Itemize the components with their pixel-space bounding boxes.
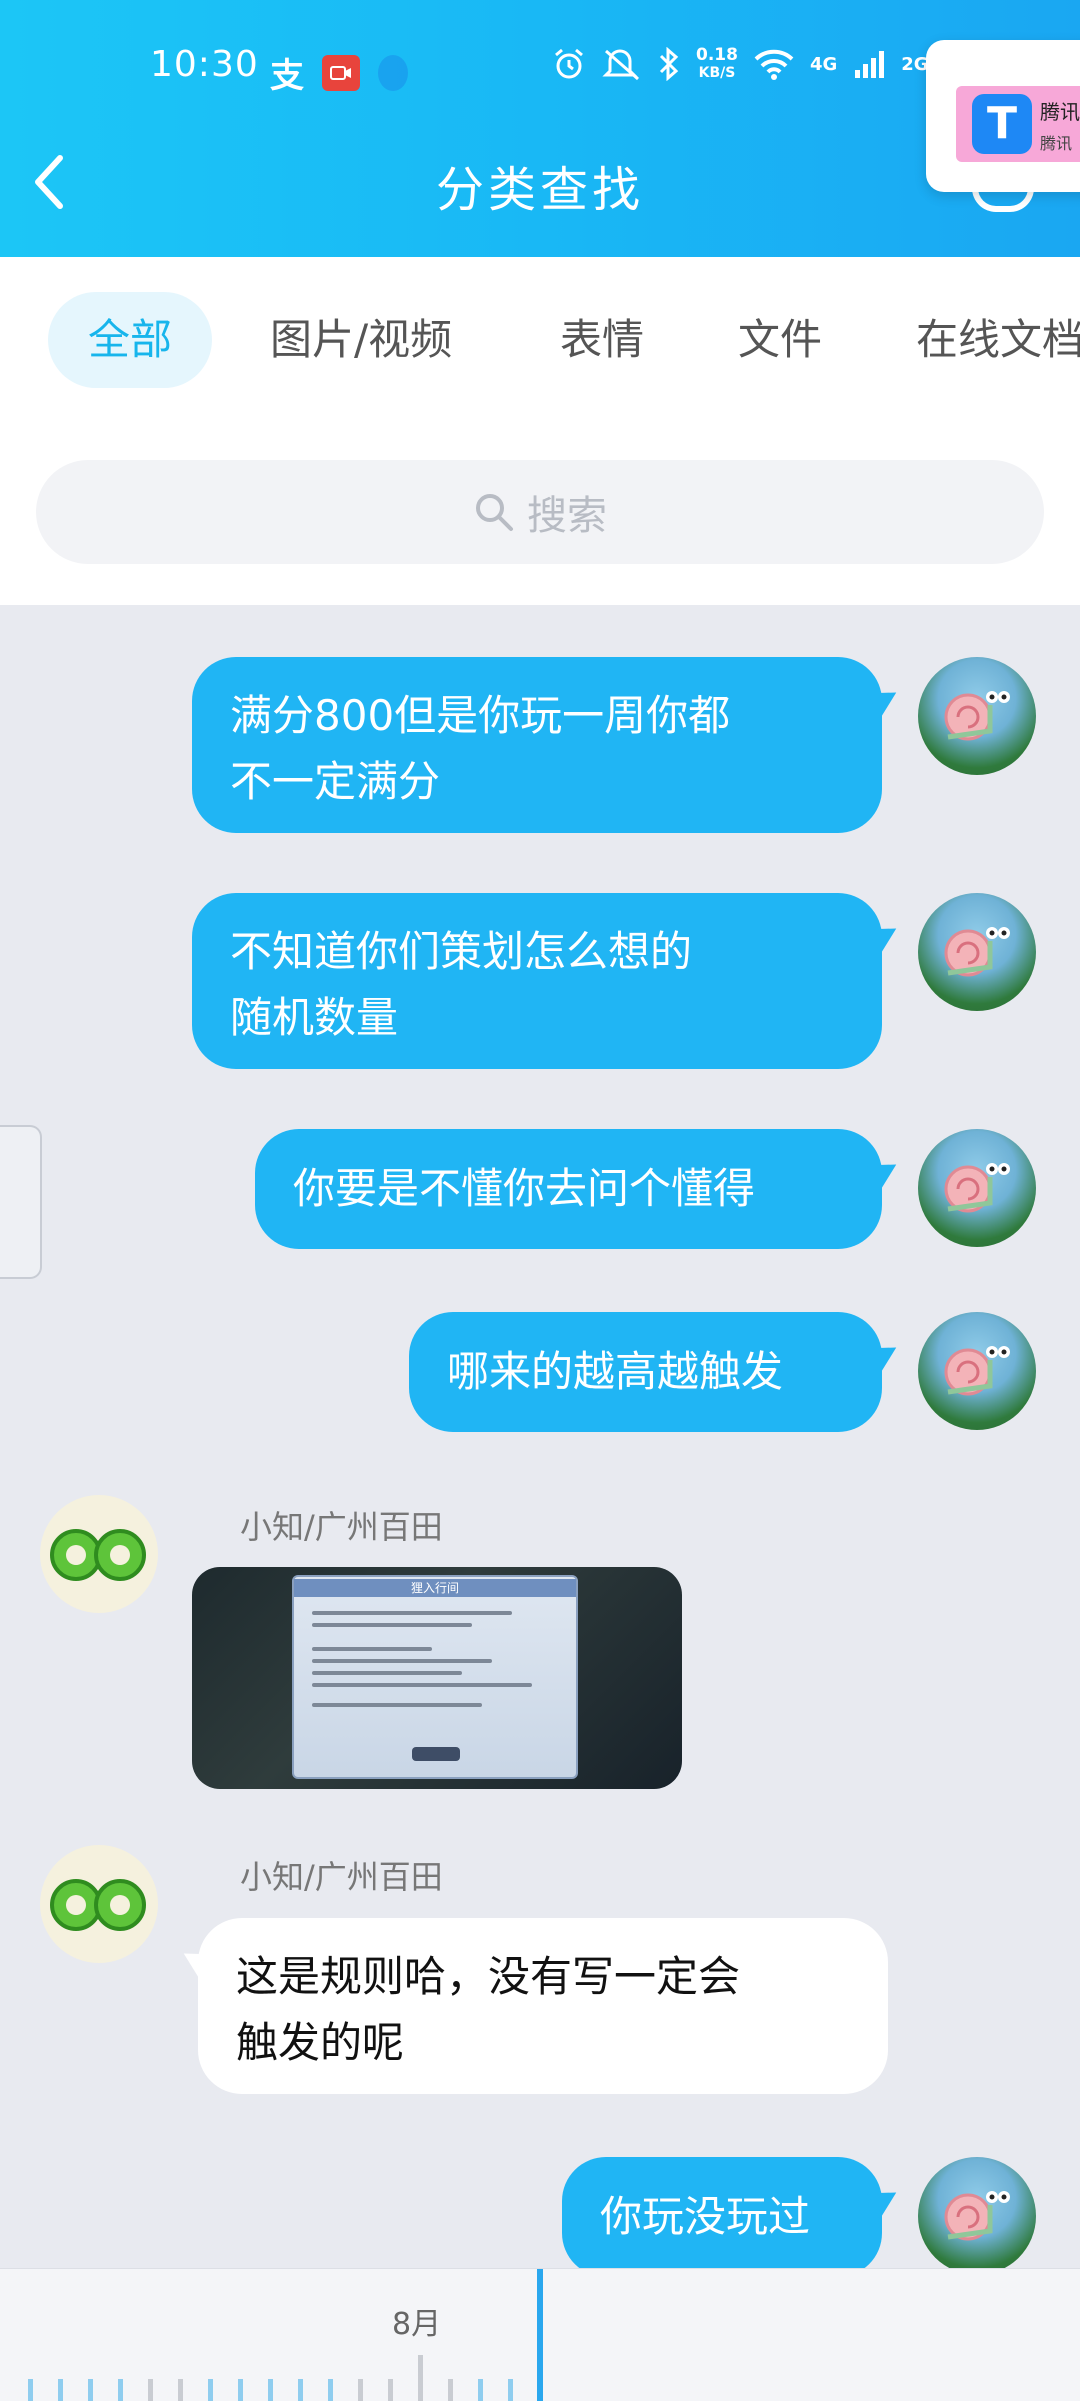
floating-app-line2: 腾讯	[1040, 134, 1073, 153]
snail-avatar-icon	[944, 2191, 1010, 2241]
image-message[interactable]: 狸入行间	[192, 1567, 682, 1789]
timeline-tick	[238, 2379, 243, 2401]
contact-avatar[interactable]	[40, 1845, 158, 1963]
message-text: 这是规则哈，没有写一定会	[236, 1952, 741, 2001]
snail-avatar-icon	[944, 1346, 1010, 1396]
app-notification-icon	[378, 54, 408, 91]
timeline-tick	[388, 2379, 393, 2401]
my-avatar[interactable]	[918, 1312, 1036, 1430]
timeline-tick	[28, 2379, 33, 2401]
message-bubble[interactable]: 满分800但是你玩一周你都 不一定满分	[192, 657, 882, 833]
timeline-tick	[508, 2379, 513, 2401]
message-text: 触发的呢	[236, 2018, 405, 2067]
message-text: 哪来的越高越触发	[447, 1347, 784, 1396]
timeline-tick	[178, 2379, 183, 2401]
sender-name: 小知/广州百田	[240, 1508, 443, 1546]
network-2g-label: 2G	[901, 53, 929, 75]
screenshot-text-line	[312, 1647, 432, 1651]
message-text: 不一定满分	[230, 757, 441, 806]
search-placeholder: 搜索	[527, 493, 607, 539]
timeline-tick	[208, 2379, 213, 2401]
sender-name: 小知/广州百田	[240, 1858, 443, 1896]
screenshot-text-line	[312, 1683, 532, 1687]
network-speed: 0.18 KB/S	[696, 46, 738, 82]
title-bar: 10:30 支 0.18 KB/S 4G 2G 100 分类查找 T 腾讯 腾讯	[0, 0, 1080, 257]
message-bubble[interactable]: 你玩没玩过	[562, 2157, 882, 2277]
timeline-tick	[448, 2379, 453, 2401]
network-speed-value: 0.18	[696, 45, 738, 65]
status-left-icons: 支	[270, 48, 408, 97]
screenshot-dialog: 狸入行间	[292, 1575, 578, 1779]
alarm-icon	[555, 48, 583, 79]
tab-images-videos[interactable]: 图片/视频	[270, 292, 452, 388]
chat-history[interactable]: 满分800但是你玩一周你都 不一定满分 不知道你们策划怎么想的 随机数量 你要是…	[0, 605, 1080, 2277]
bluetooth-icon	[659, 47, 679, 81]
search-icon	[476, 494, 513, 531]
tencent-app-icon: T	[972, 94, 1032, 154]
snail-avatar-icon	[944, 1163, 1010, 1213]
message-bubble[interactable]: 你要是不懂你去问个懂得	[255, 1129, 882, 1249]
message-text: 你玩没玩过	[600, 2192, 811, 2241]
search-input[interactable]: 搜索	[36, 460, 1044, 564]
message-text: 你要是不懂你去问个懂得	[293, 1164, 756, 1213]
timeline-tick	[328, 2379, 333, 2401]
tab-all[interactable]: 全部	[48, 292, 213, 388]
network-speed-unit: KB/S	[698, 65, 736, 81]
side-drawer-handle[interactable]	[0, 1125, 42, 1279]
floating-app-text: 腾讯 腾讯	[1040, 96, 1080, 160]
alipay-icon: 支	[270, 56, 304, 96]
message-bubble[interactable]: 哪来的越高越触发	[409, 1312, 882, 1432]
timeline-month-label: 8月	[392, 2307, 442, 2342]
page-title: 分类查找	[435, 162, 644, 218]
floating-app-line1: 腾讯	[1040, 100, 1080, 124]
date-timeline-scrubber[interactable]: 8月	[0, 2268, 1080, 2401]
floating-app-banner[interactable]: T 腾讯 腾讯	[956, 86, 1080, 162]
contact-avatar[interactable]	[40, 1495, 158, 1613]
timeline-tick	[148, 2379, 153, 2401]
timeline-month-tick	[418, 2355, 423, 2401]
timeline-tick	[358, 2379, 363, 2401]
timeline-tick	[268, 2379, 273, 2401]
timeline-current-marker[interactable]	[537, 2269, 543, 2401]
message-bubble[interactable]: 不知道你们策划怎么想的 随机数量	[192, 893, 882, 1069]
timeline-tick	[118, 2379, 123, 2401]
my-avatar[interactable]	[918, 657, 1036, 775]
my-avatar[interactable]	[918, 893, 1036, 1011]
status-time: 10:30	[150, 44, 259, 85]
message-bubble[interactable]: 这是规则哈，没有写一定会 触发的呢	[198, 1918, 888, 2094]
tab-stickers[interactable]: 表情	[560, 292, 644, 388]
message-text: 不知道你们策划怎么想的	[230, 927, 693, 976]
floating-app-window[interactable]: T 腾讯 腾讯	[926, 40, 1080, 192]
my-avatar[interactable]	[918, 1129, 1036, 1247]
my-avatar[interactable]	[918, 2157, 1036, 2275]
message-text: 满分800但是你玩一周你都	[230, 691, 731, 740]
timeline-tick	[88, 2379, 93, 2401]
timeline-tick	[298, 2379, 303, 2401]
network-4g-label: 4G	[809, 53, 838, 75]
screenshot-text-line	[312, 1671, 462, 1675]
green-logo-avatar-icon	[50, 1879, 146, 1931]
screenshot-text-line	[312, 1659, 492, 1663]
screenshot-dialog-title: 狸入行间	[294, 1579, 576, 1597]
screenshot-text-line	[312, 1611, 512, 1615]
category-tabs-area: 全部 图片/视频 表情 文件 在线文档 搜索	[0, 257, 1080, 605]
timeline-tick	[58, 2379, 63, 2401]
screenshot-text-line	[312, 1703, 482, 1707]
message-text: 随机数量	[230, 993, 399, 1042]
snail-avatar-icon	[944, 691, 1010, 741]
tab-files[interactable]: 文件	[738, 292, 822, 388]
timeline-tick	[478, 2379, 483, 2401]
screenshot-dialog-button	[412, 1747, 460, 1761]
green-logo-avatar-icon	[50, 1529, 146, 1581]
mute-icon	[602, 49, 639, 81]
snail-avatar-icon	[944, 927, 1010, 977]
signal-icon	[855, 51, 885, 78]
screenshot-text-line	[312, 1623, 472, 1627]
tab-online-docs[interactable]: 在线文档	[916, 292, 1080, 388]
wifi-icon	[754, 49, 794, 80]
screen-record-icon	[322, 54, 360, 91]
